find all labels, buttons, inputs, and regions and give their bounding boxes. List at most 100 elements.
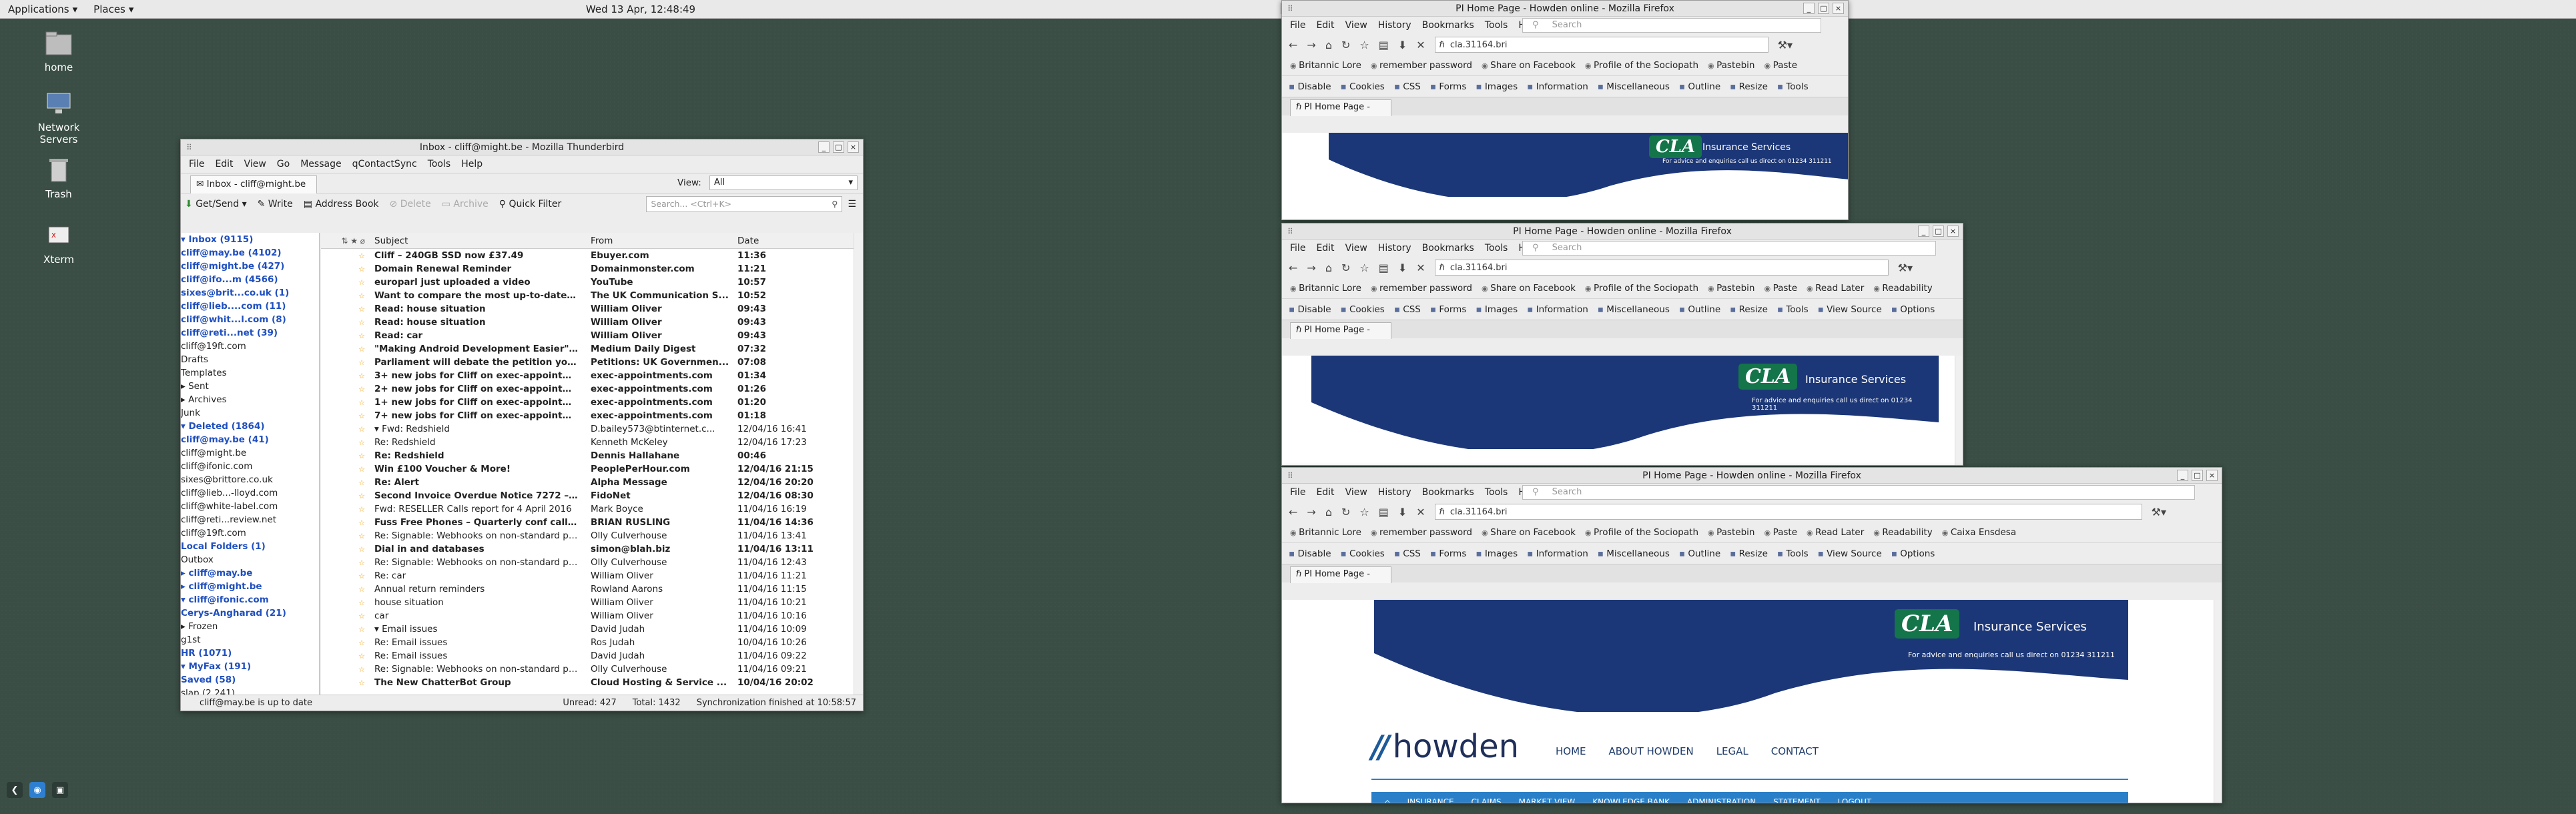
webdev-outline[interactable]: Outline — [1679, 548, 1720, 559]
message-row[interactable]: ☆ Parliament will debate the petition you… — [321, 356, 863, 369]
stop-icon[interactable]: ✕ — [1416, 39, 1425, 51]
webdev-options[interactable]: Options — [1891, 548, 1935, 559]
download-icon[interactable]: ⬇ — [1398, 506, 1407, 518]
app-menu-icon[interactable]: ☰ — [848, 199, 856, 210]
menu-history[interactable]: History — [1373, 20, 1417, 31]
star-icon[interactable]: ☆ — [321, 478, 368, 487]
subnav-insurance[interactable]: INSURANCE — [1407, 797, 1454, 803]
webdev-forms[interactable]: Forms — [1430, 548, 1466, 559]
star-icon[interactable]: ☆ — [321, 412, 368, 420]
get-send-button[interactable]: ⬇ Get/Send ▾ — [185, 199, 247, 210]
desktop-icon-xterm[interactable]: X Xterm — [19, 220, 99, 266]
menu-tools[interactable]: Tools — [422, 159, 456, 169]
bookmark-item[interactable]: Britannic Lore — [1290, 527, 1361, 538]
star-icon[interactable]: ☆ — [321, 492, 368, 500]
folder-item[interactable]: ▾ Inbox (9115) — [181, 233, 319, 246]
menu-file[interactable]: File — [1285, 243, 1311, 254]
folder-item[interactable]: ▸ Frozen — [181, 620, 319, 633]
message-row[interactable]: ☆ 3+ new jobs for Cliff on exec-appointme… — [321, 369, 863, 382]
folder-item[interactable]: cliff@reti...review.net — [181, 513, 319, 526]
message-row[interactable]: ☆ Win £100 Voucher & More! PeoplePerHour.c… — [321, 462, 863, 476]
webdev-outline[interactable]: Outline — [1679, 81, 1720, 92]
star-icon[interactable]: ☆ — [321, 305, 368, 314]
star-icon[interactable]: ☆ — [321, 452, 368, 460]
webdev-outline[interactable]: Outline — [1679, 304, 1720, 315]
bookmark-item[interactable]: Share on Facebook — [1482, 527, 1576, 538]
window-menu-icon[interactable]: ⠿ — [186, 139, 192, 155]
nav-contact[interactable]: CONTACT — [1771, 745, 1819, 757]
message-row[interactable]: ☆ Re: Alert Alpha Message 12/04/16 20:20 — [321, 476, 863, 489]
desktop-icon-trash[interactable]: Trash — [19, 155, 99, 200]
star-icon[interactable]: ☆ — [321, 505, 368, 514]
message-row[interactable]: ☆ Re: car William Oliver 11/04/16 11:21 — [321, 569, 863, 582]
view-select[interactable]: All ▾ — [709, 175, 858, 190]
desktop-icon-home[interactable]: home — [19, 28, 99, 73]
star-icon[interactable]: ☆ — [321, 545, 368, 554]
home-icon[interactable]: ⌂ — [1325, 262, 1332, 274]
star-icon[interactable]: ☆ — [321, 558, 368, 567]
bookmark-item[interactable]: Pastebin — [1708, 527, 1754, 538]
star-icon[interactable]: ☆ — [321, 679, 368, 687]
folder-item[interactable]: cliff@19ft.com — [181, 526, 319, 540]
clipboard-icon[interactable]: ▤ — [1379, 506, 1389, 518]
webdev-forms[interactable]: Forms — [1430, 304, 1466, 315]
webdev-disable[interactable]: Disable — [1289, 548, 1331, 559]
tab-inbox[interactable]: ✉ Inbox - cliff@might.be — [190, 175, 317, 193]
star-icon[interactable]: ☆ — [321, 639, 368, 647]
bookmark-item[interactable]: Britannic Lore — [1290, 60, 1361, 71]
folder-item[interactable]: Local Folders (1) — [181, 540, 319, 553]
folder-item[interactable]: cliff@19ft.com — [181, 340, 319, 353]
folder-item[interactable]: Saved (58) — [181, 673, 319, 687]
nav-legal[interactable]: LEGAL — [1716, 745, 1748, 757]
search-input[interactable]: ⚲ Search — [1522, 241, 1936, 256]
bookmark-item[interactable]: Profile of the Sociopath — [1585, 283, 1698, 294]
title-bar[interactable]: ⠿ Inbox - cliff@might.be - Mozilla Thund… — [181, 139, 863, 155]
url-bar[interactable]: ℏ cla.31164.bri — [1434, 504, 2142, 520]
folder-item[interactable]: sixes@brittore.co.uk — [181, 473, 319, 486]
clipboard-icon[interactable]: ▤ — [1379, 262, 1389, 274]
back-icon[interactable]: ❮ — [7, 782, 23, 798]
webdev-miscellaneous[interactable]: Miscellaneous — [1598, 81, 1670, 92]
bookmark-item[interactable]: Share on Facebook — [1482, 283, 1576, 294]
home-icon[interactable]: ⌂ — [1325, 506, 1332, 518]
webdev-forms[interactable]: Forms — [1430, 81, 1466, 92]
star-icon[interactable]: ☆ — [321, 425, 368, 434]
column-from[interactable]: From — [583, 236, 729, 246]
webdev-tools[interactable]: Tools — [1777, 548, 1808, 559]
scrollbar[interactable] — [1955, 356, 1963, 465]
star-icon[interactable]: ☆ — [321, 585, 368, 594]
bookmark-item[interactable]: Pastebin — [1708, 283, 1754, 294]
message-row[interactable]: ☆ ▾ Email issues David Judah 11/04/16 10:09 — [321, 623, 863, 636]
webdev-cookies[interactable]: Cookies — [1341, 81, 1385, 92]
bookmark-item[interactable]: Caixa Ensdesa — [1942, 527, 2016, 538]
message-row[interactable]: ☆ 2+ new jobs for Cliff on exec-appointme… — [321, 382, 863, 396]
menu-view[interactable]: View — [239, 159, 272, 169]
archive-button[interactable]: ▭ Archive — [442, 199, 489, 210]
menu-tools[interactable]: Tools — [1480, 20, 1514, 31]
bookmark-item[interactable]: remember password — [1371, 527, 1472, 538]
star-icon[interactable]: ☆ — [321, 572, 368, 580]
subnav-administration[interactable]: ADMINISTRATION — [1687, 797, 1756, 803]
forward-icon[interactable]: → — [1307, 39, 1315, 51]
folder-item[interactable]: ▾ Deleted (1864) — [181, 420, 319, 433]
minimize-icon[interactable]: _ — [1918, 226, 1929, 237]
window-menu-icon[interactable]: ⠿ — [1287, 468, 1293, 484]
webdev-resize[interactable]: Resize — [1730, 304, 1768, 315]
bookmark-item[interactable]: Read Later — [1807, 283, 1864, 294]
webdev-images[interactable]: Images — [1476, 81, 1518, 92]
clipboard-icon[interactable]: ▤ — [1379, 39, 1389, 51]
reload-icon[interactable]: ↻ — [1341, 506, 1350, 518]
menu-edit[interactable]: Edit — [1311, 20, 1339, 31]
back-icon[interactable]: ← — [1289, 506, 1297, 518]
close-icon[interactable]: × — [1833, 3, 1844, 14]
maximize-icon[interactable]: □ — [2192, 470, 2203, 481]
star-icon[interactable]: ☆ — [321, 358, 368, 367]
clock[interactable]: Wed 13 Apr, 12:48:49 — [0, 3, 1281, 15]
webdev-cookies[interactable]: Cookies — [1341, 304, 1385, 315]
app-launcher-icon[interactable]: ◉ — [29, 782, 45, 798]
menu-bookmarks[interactable]: Bookmarks — [1417, 487, 1480, 498]
star-icon[interactable]: ☆ — [321, 385, 368, 394]
delete-button[interactable]: ⊘ Delete — [390, 199, 431, 210]
folder-item[interactable]: Junk — [181, 406, 319, 420]
menu-bookmarks[interactable]: Bookmarks — [1417, 20, 1480, 31]
